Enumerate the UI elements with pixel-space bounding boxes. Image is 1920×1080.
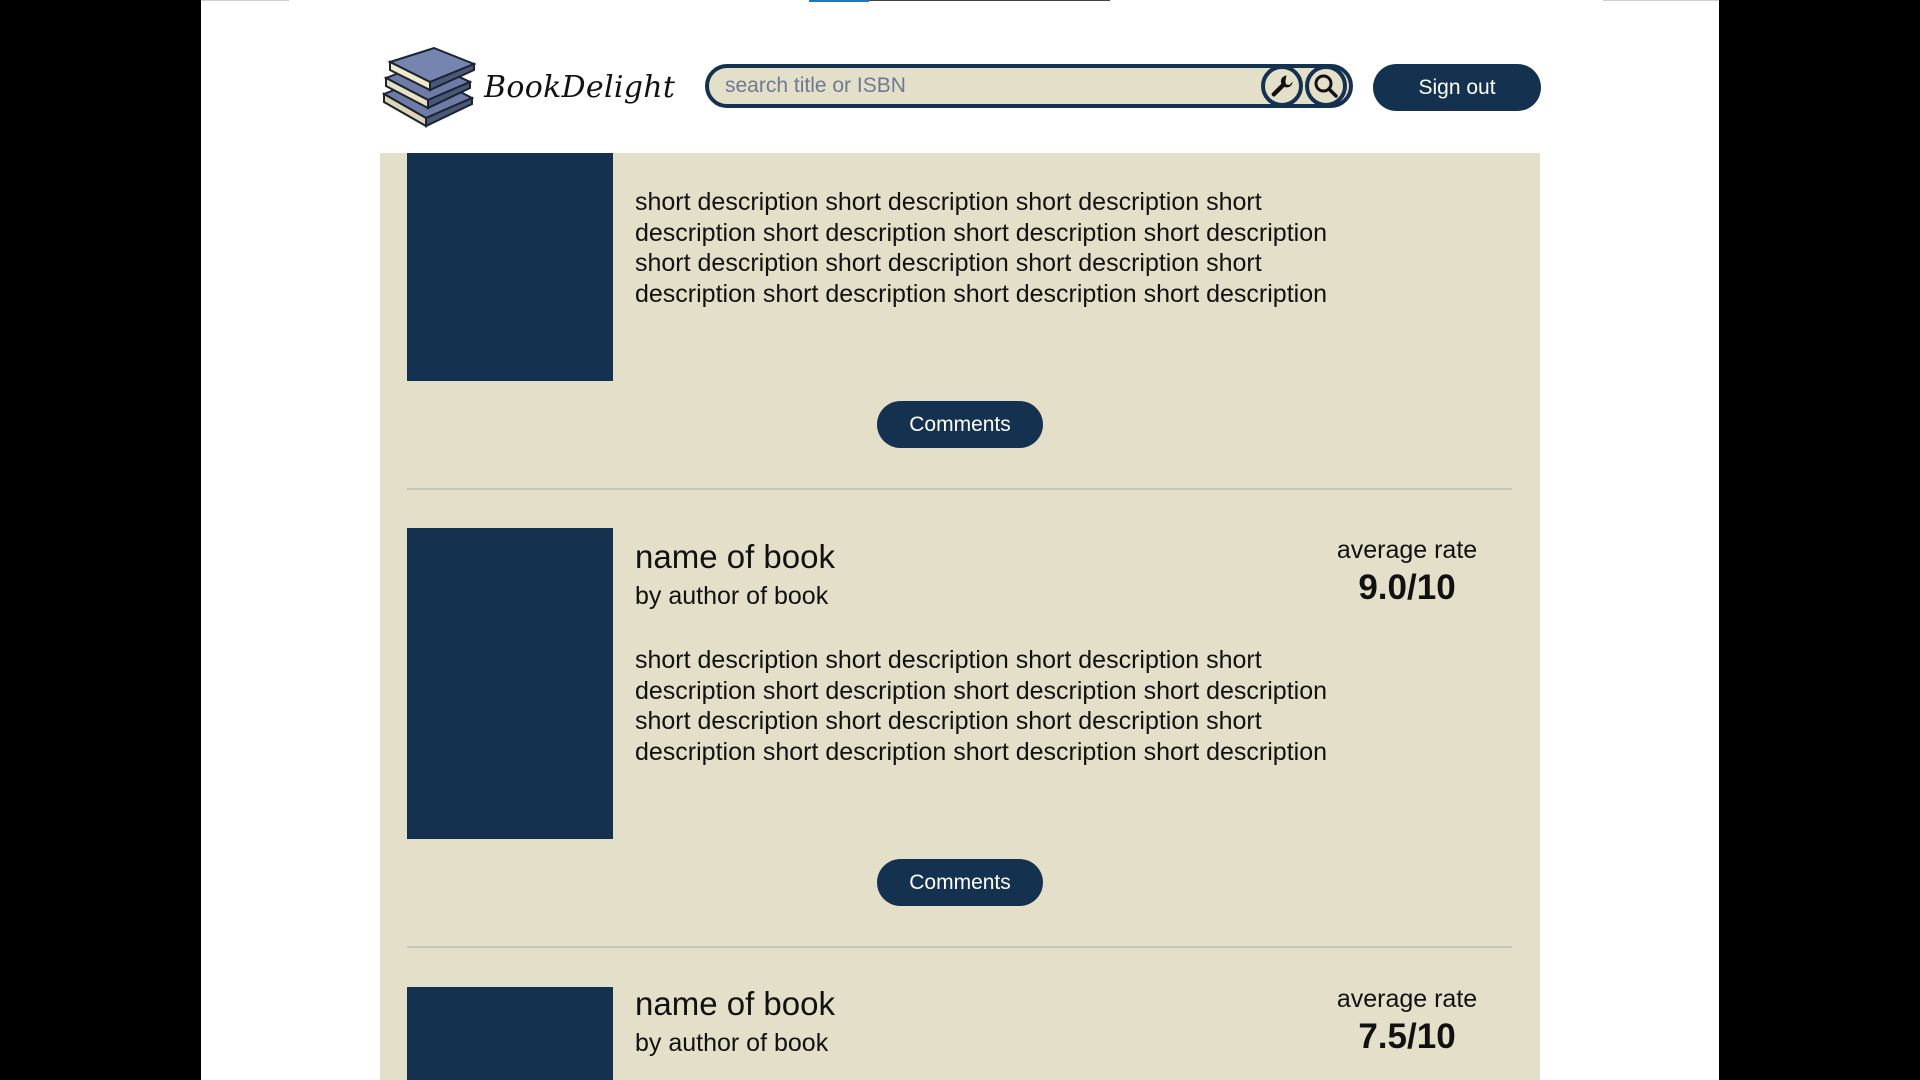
comments-button[interactable]: Comments [877, 401, 1043, 448]
logo[interactable]: BookDelight [380, 46, 680, 128]
books-stack-icon [381, 46, 477, 128]
search-icon [1314, 74, 1338, 98]
logo-text: BookDelight [484, 69, 676, 105]
top-edge-strip [1603, 0, 1719, 1]
rate-label: average rate [1336, 536, 1478, 564]
search-button[interactable] [1305, 65, 1347, 107]
wrench-icon [1271, 75, 1293, 97]
sign-out-button[interactable]: Sign out [1373, 64, 1541, 111]
rate-value: 9.0/10 [1358, 568, 1456, 607]
advanced-search-button[interactable] [1261, 65, 1303, 107]
book-title[interactable]: name of book [635, 538, 835, 576]
divider [407, 946, 1512, 948]
rate-value: 7.5/10 [1358, 1017, 1456, 1056]
book-card: short description short description shor… [380, 153, 1540, 488]
book-description: short description short description shor… [635, 188, 1328, 308]
book-title[interactable]: name of book [635, 985, 835, 1023]
book-card: name of book by author of book average r… [380, 985, 1540, 1080]
book-cover[interactable] [407, 987, 613, 1080]
book-card: name of book by author of book average r… [380, 528, 1540, 928]
book-description: short description short description shor… [635, 646, 1328, 766]
top-edge-accent [809, 0, 869, 2]
top-edge-strip [201, 0, 289, 1]
book-author: by author of book [635, 1029, 829, 1057]
book-list: short description short description shor… [380, 153, 1540, 1080]
search-input[interactable] [709, 67, 1261, 105]
comments-button[interactable]: Comments [877, 859, 1043, 906]
page: BookDelight Sign out short description s… [201, 0, 1719, 1080]
book-cover[interactable] [407, 153, 613, 381]
rate-label: average rate [1336, 985, 1478, 1013]
book-cover[interactable] [407, 528, 613, 839]
top-edge-strip [869, 0, 1110, 1]
divider [407, 488, 1512, 490]
book-author: by author of book [635, 582, 829, 610]
search-bar [705, 64, 1353, 108]
